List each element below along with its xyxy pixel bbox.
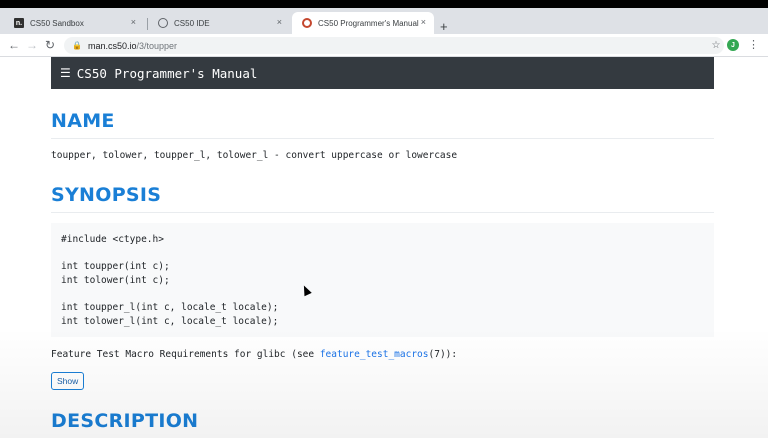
back-arrow-icon[interactable]: ← xyxy=(8,38,20,52)
code-line: int toupper_l(int c, locale_t locale); xyxy=(61,302,279,313)
feature-test-macros-link[interactable]: feature_test_macros xyxy=(320,349,429,360)
show-button[interactable]: Show xyxy=(51,372,85,390)
close-tab-icon[interactable]: × xyxy=(421,17,426,27)
bookmark-star-icon[interactable]: ☆ xyxy=(708,37,724,54)
code-line: int tolower_l(int c, locale_t locale); xyxy=(61,316,279,327)
hamburger-menu-icon[interactable]: ☰ xyxy=(60,66,71,80)
ftm-prefix: Feature Test Macro Requirements for glib… xyxy=(51,349,320,360)
cs50-sandbox-icon: n. xyxy=(14,18,24,28)
close-tab-icon[interactable]: × xyxy=(277,17,282,27)
cs50-manual-icon xyxy=(302,18,312,28)
page-content: ☰ CS50 Programmer's Manual NAME toupper,… xyxy=(0,57,768,438)
reload-icon[interactable]: ↻ xyxy=(45,38,55,52)
site-navbar: ☰ CS50 Programmer's Manual xyxy=(51,57,714,89)
tab-label: CS50 Sandbox xyxy=(30,18,84,28)
code-line: int toupper(int c); xyxy=(61,261,170,272)
site-brand[interactable]: CS50 Programmer's Manual xyxy=(77,66,258,81)
code-include: #include <ctype.h> xyxy=(61,234,164,245)
description-heading: DESCRIPTION xyxy=(51,410,199,432)
globe-icon xyxy=(158,18,168,28)
profile-avatar[interactable]: J xyxy=(727,39,739,51)
name-heading: NAME xyxy=(51,110,115,132)
code-line: int tolower(int c); xyxy=(61,275,170,286)
browser-toolbar: ← → ↻ 🔒 man.cs50.io/3/toupper ☆ J ⋮ xyxy=(0,34,768,57)
new-tab-button[interactable]: + xyxy=(440,19,448,34)
tab-strip: n. CS50 Sandbox × CS50 IDE × CS50 Progra… xyxy=(0,8,768,34)
more-menu-icon[interactable]: ⋮ xyxy=(748,38,759,51)
tab-label: CS50 Programmer's Manual xyxy=(318,18,419,28)
close-tab-icon[interactable]: × xyxy=(131,17,136,27)
ftm-suffix: (7)): xyxy=(428,349,458,360)
name-description: toupper, tolower, toupper_l, tolower_l -… xyxy=(51,150,458,161)
lock-icon: 🔒 xyxy=(72,41,82,50)
synopsis-heading: SYNOPSIS xyxy=(51,184,162,206)
url-host: man.cs50.io xyxy=(87,40,137,51)
divider xyxy=(51,212,714,213)
tab-cs50-sandbox[interactable]: n. CS50 Sandbox × xyxy=(4,12,144,34)
url-path: /3/toupper xyxy=(136,40,178,51)
tab-cs50-ide[interactable]: CS50 IDE × xyxy=(148,12,290,34)
address-bar[interactable]: 🔒 man.cs50.io/3/toupper ☆ xyxy=(64,37,724,54)
synopsis-code-block: #include <ctype.h> int toupper(int c); i… xyxy=(51,223,714,337)
tab-cs50-manual[interactable]: CS50 Programmer's Manual × xyxy=(292,12,434,34)
divider xyxy=(51,138,714,139)
tab-label: CS50 IDE xyxy=(174,18,210,28)
feature-test-macro-text: Feature Test Macro Requirements for glib… xyxy=(51,349,457,360)
forward-arrow-icon[interactable]: → xyxy=(26,38,38,52)
